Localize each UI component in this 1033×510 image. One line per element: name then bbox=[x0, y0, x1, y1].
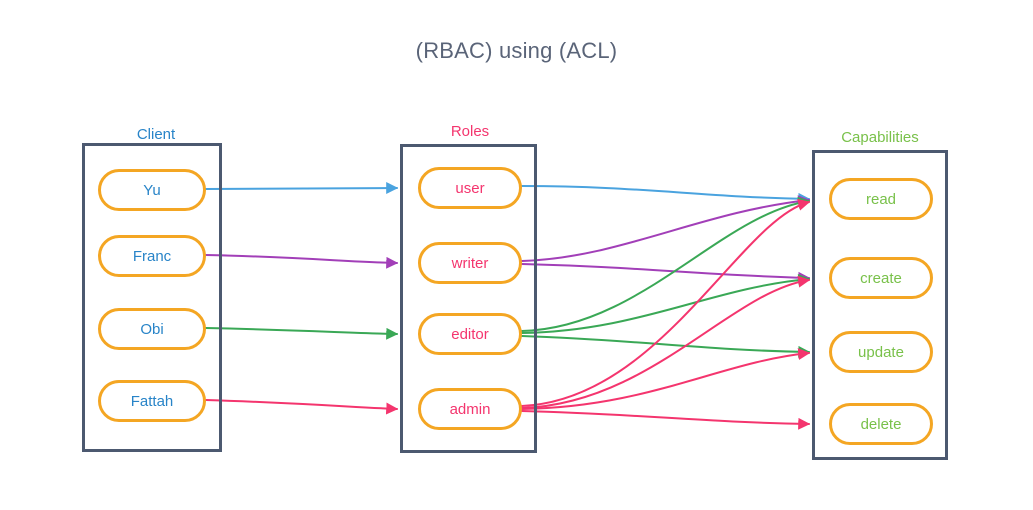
node-read[interactable]: read bbox=[829, 178, 933, 220]
edge-franc-writer bbox=[205, 254, 399, 269]
cluster-label-client: Client bbox=[136, 126, 176, 143]
edge-writer-create bbox=[521, 263, 811, 284]
edge-editor-update bbox=[521, 335, 811, 358]
edge-writer-read bbox=[521, 195, 811, 262]
node-admin[interactable]: admin bbox=[418, 388, 522, 430]
edge-editor-read bbox=[521, 196, 811, 332]
node-yu[interactable]: Yu bbox=[98, 169, 206, 211]
edge-editor-create bbox=[521, 274, 811, 334]
cluster-label-roles: Roles bbox=[450, 123, 490, 140]
edge-yu-user bbox=[205, 182, 399, 195]
node-delete[interactable]: delete bbox=[829, 403, 933, 445]
node-user[interactable]: user bbox=[418, 167, 522, 209]
node-create[interactable]: create bbox=[829, 257, 933, 299]
node-writer[interactable]: writer bbox=[418, 242, 522, 284]
page-title: (RBAC) using (ACL) bbox=[415, 38, 618, 63]
cluster-label-capabilities: Capabilities bbox=[841, 129, 919, 146]
node-franc[interactable]: Franc bbox=[98, 235, 206, 277]
node-update[interactable]: update bbox=[829, 331, 933, 373]
edge-fattah-admin bbox=[205, 399, 399, 415]
edge-user-read bbox=[521, 185, 811, 205]
node-fattah[interactable]: Fattah bbox=[98, 380, 206, 422]
rbac-acl-diagram: (RBAC) using (ACL) Client Yu Franc Obi Fatta… bbox=[0, 0, 1033, 510]
edge-admin-update bbox=[521, 348, 811, 410]
edge-admin-delete bbox=[521, 410, 811, 430]
edge-admin-read bbox=[521, 198, 811, 407]
edge-admin-create bbox=[521, 275, 811, 409]
node-obi[interactable]: Obi bbox=[98, 308, 206, 350]
node-editor[interactable]: editor bbox=[418, 313, 522, 355]
edge-obi-editor bbox=[205, 327, 399, 340]
